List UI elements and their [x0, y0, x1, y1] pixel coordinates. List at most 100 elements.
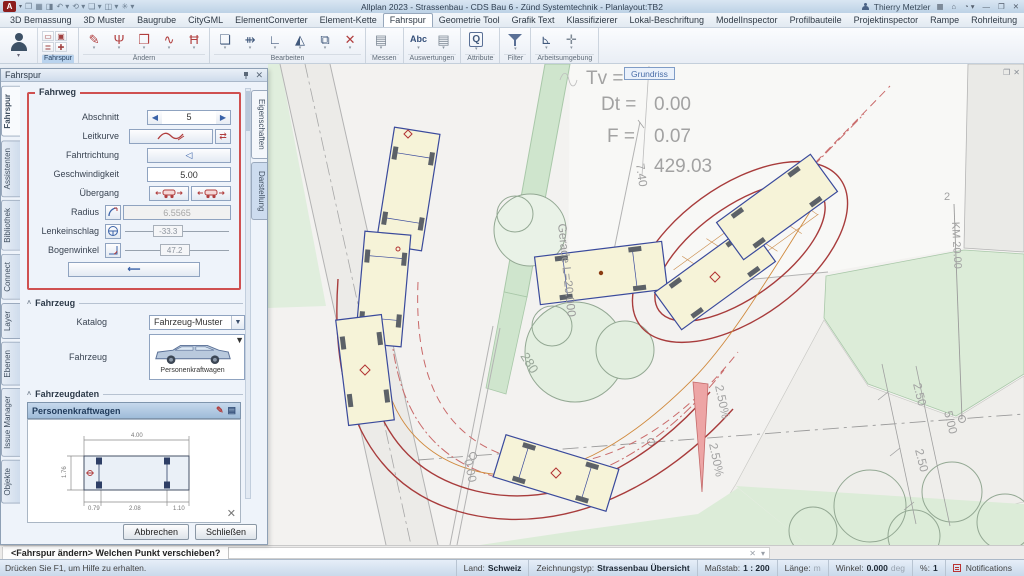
status-notifications[interactable]: Notifications [944, 560, 1019, 576]
close-button[interactable]: ✕ [1011, 2, 1021, 11]
palette-tab-objekte[interactable]: Objekte [1, 460, 20, 504]
stepper-right-icon[interactable]: ▶ [216, 110, 230, 124]
arc-angle-icon-button[interactable] [105, 242, 121, 258]
move-icon[interactable]: ⇻ ▾ [239, 31, 261, 53]
tab-fahrspur[interactable]: Fahrspur [382, 13, 433, 27]
command-input[interactable]: <Fahrspur ändern> Welchen Punkt verschie… [2, 547, 770, 559]
tools-icon[interactable]: ✳ ▾ [121, 2, 134, 11]
tab-lokal-beschriftung[interactable]: Lokal-Beschriftung [623, 14, 710, 27]
list-report-icon[interactable]: ▤ ▾ [433, 31, 455, 53]
palette-tab-eigenschaften[interactable]: Eigenschaften [251, 90, 267, 159]
edit-pencil-icon[interactable]: ✎ [216, 405, 224, 416]
radius-icon-button[interactable] [105, 204, 121, 220]
workspace-tools-icon[interactable]: ✛ ▾ [560, 31, 582, 53]
palette-tab-assistenten[interactable]: Assistenten [1, 139, 20, 198]
undo-icon[interactable]: ↶ ▾ [56, 2, 69, 11]
step-back-button[interactable]: ⟵ [68, 261, 200, 277]
delete-icon[interactable]: ✕ ▾ [339, 31, 361, 53]
cancel-button[interactable]: Abbrechen [123, 523, 189, 540]
uebergang-out-button[interactable] [191, 185, 231, 201]
tab-element-kette[interactable]: Element-Kette [314, 14, 383, 27]
tab-3d-bemassung[interactable]: 3D Bemassung [4, 14, 78, 27]
tab-citygml[interactable]: CityGML [182, 14, 229, 27]
palette-header[interactable]: Fahrspur ✕ [1, 69, 267, 83]
user-avatar-icon[interactable] [862, 2, 870, 11]
steering-wheel-icon[interactable] [105, 223, 121, 239]
app-menu-button[interactable]: A [3, 1, 16, 12]
fahrtrichtung-button[interactable]: ◁ [147, 147, 231, 163]
katalog-select[interactable]: Fahrzeug-Muster ▼ [149, 314, 245, 330]
lane-list-icon[interactable]: ≣ [42, 42, 54, 52]
resize-icon[interactable]: ⧉ ▾ [314, 31, 336, 53]
curve-icon[interactable]: ∿ ▾ [158, 31, 180, 53]
tab-klassifizierer[interactable]: Klassifizierer [560, 14, 623, 27]
abschnitt-stepper[interactable]: ◀ 5 ▶ [147, 109, 231, 125]
tab-3d-muster[interactable]: 3D Muster [78, 14, 132, 27]
palette-tab-connect[interactable]: Connect [1, 253, 20, 300]
uebergang-in-button[interactable] [149, 185, 189, 201]
new-icon[interactable]: ❒ [25, 2, 32, 11]
bogenwinkel-slider[interactable]: 47.2 [123, 243, 231, 257]
user-name[interactable]: Thierry Metzler [874, 2, 931, 12]
viewport-float-icon[interactable]: ❐ [1003, 68, 1010, 77]
tab-projektinspector[interactable]: Projektinspector [848, 14, 925, 27]
fahrzeugdaten-collapse-icon[interactable]: ˄ [27, 391, 31, 398]
tab-profilbauteile[interactable]: Profilbauteile [784, 14, 848, 27]
pin-icon[interactable] [242, 71, 250, 80]
table-icon[interactable]: ▤ [227, 405, 236, 416]
maximize-button[interactable]: ❐ [996, 2, 1007, 11]
workspace-avatar-button[interactable]: ▾ [0, 28, 38, 63]
command-history-icon[interactable]: ▾ [761, 549, 765, 558]
copy-page-icon[interactable]: ❐ ▾ [133, 31, 155, 53]
fahrspur-tools-icons[interactable]: ▭ ▣ ≣ ✚ [42, 31, 67, 52]
palette-tab-issue-manager[interactable]: Issue Manager [1, 388, 20, 458]
help-icon[interactable]: ◔ ▾ [962, 2, 976, 11]
status-length-unit[interactable]: Länge: m [776, 560, 828, 576]
fahrzeug-select[interactable]: Personenkraftwagen ▼ [149, 334, 245, 381]
tab-baugrube[interactable]: Baugrube [131, 14, 182, 27]
close-button[interactable]: Schließen [194, 523, 257, 540]
viewport-close-icon[interactable]: ✕ [1013, 68, 1020, 77]
leitkurve-button[interactable] [129, 128, 213, 144]
measure-angle-icon[interactable]: ∟ ▾ [264, 31, 286, 53]
status-scale[interactable]: Maßstab: 1 : 200 [696, 560, 777, 576]
edit-pencil-icon[interactable]: ✎ ▾ [83, 31, 105, 53]
attribute-tag-icon[interactable]: Q ▾ [465, 31, 487, 53]
stepper-left-icon[interactable]: ◀ [148, 110, 162, 124]
leitkurve-swap-button[interactable]: ⇄ [215, 128, 231, 144]
redo-icon[interactable]: ⟲ ▾ [72, 2, 85, 11]
fahrzeug-collapse-icon[interactable]: ˄ [27, 300, 31, 307]
layout-icon[interactable]: ◫ ▾ [105, 2, 119, 11]
axis-icon[interactable]: ⊾ ▾ [535, 31, 557, 53]
lane-new-icon[interactable]: ✚ [55, 42, 67, 52]
tab-geometrie-tool[interactable]: Geometrie Tool [433, 14, 506, 27]
abc-report-icon[interactable]: Abc ▾ [408, 31, 430, 53]
lenkeinschlag-slider[interactable]: -33.3 [123, 224, 231, 238]
view-tab-grundriss[interactable]: Grundriss [624, 67, 675, 80]
section-icon[interactable]: Ħ ▾ [183, 31, 205, 53]
mirror-icon[interactable]: ◭ ▾ [289, 31, 311, 53]
tab-elementconverter[interactable]: ElementConverter [229, 14, 314, 27]
minimize-button[interactable]: — [980, 2, 992, 11]
app-menu-caret-icon[interactable]: ▾ [19, 3, 22, 10]
palette-tab-bibliothek[interactable]: Bibliothek [1, 200, 20, 251]
palette-tab-darstellung[interactable]: Darstellung [251, 161, 267, 221]
open-icon[interactable]: ▦ [35, 2, 43, 11]
geschwindigkeit-input[interactable]: 5.00 [147, 166, 231, 182]
ruler-icon[interactable]: ▤ ▾ [370, 31, 392, 53]
status-percent[interactable]: %: 1 [912, 560, 945, 576]
drawing-canvas[interactable]: Tv = Dt = 0.00 F = 0.07 429.03 2 7.40 Ge… [268, 64, 1024, 545]
tab-rohrleitung[interactable]: Rohrleitung [965, 14, 1023, 27]
tab-grafik-text[interactable]: Grafik Text [506, 14, 561, 27]
lane-edit-icon[interactable]: ▣ [55, 31, 67, 41]
connect-grid-icon[interactable]: ▦ [934, 2, 945, 11]
filter-funnel-icon[interactable]: ▾ [504, 31, 526, 53]
tab-modelinspector[interactable]: ModelInspector [710, 14, 784, 27]
shop-icon[interactable]: ⌂ [950, 2, 959, 11]
command-clear-icon[interactable]: ✕ [749, 549, 756, 558]
window-icon[interactable]: ❏ ▾ [88, 2, 101, 11]
lane-icon[interactable]: ▭ [42, 31, 54, 41]
branch-icon[interactable]: Ψ ▾ [108, 31, 130, 53]
preview-close-icon[interactable]: ✕ [227, 507, 236, 520]
palette-close-icon[interactable]: ✕ [255, 70, 263, 81]
